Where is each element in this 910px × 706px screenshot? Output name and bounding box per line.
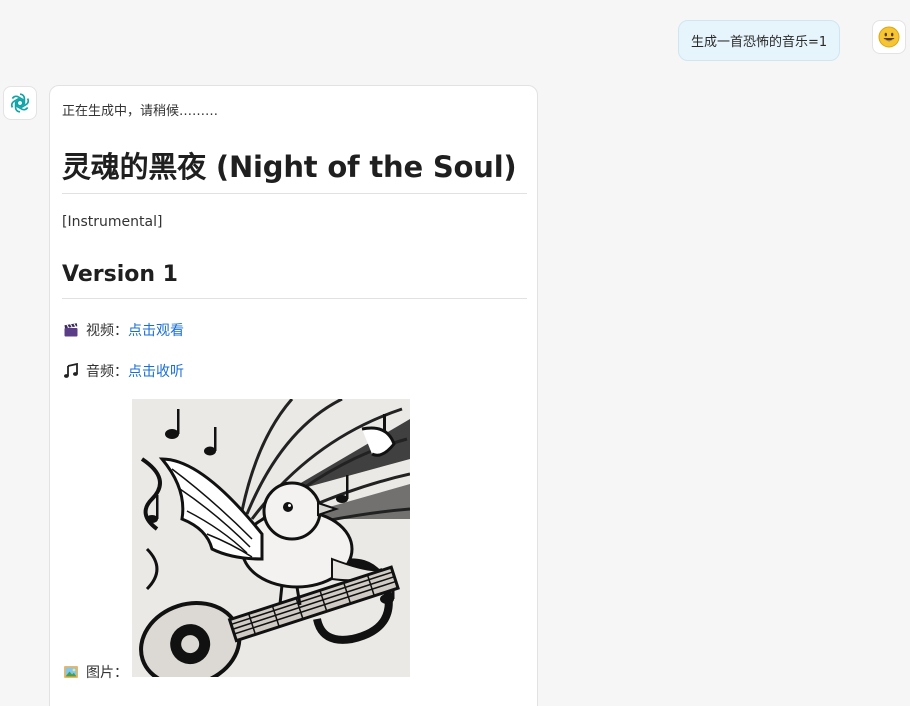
listen-audio-link[interactable]: 点击收听 xyxy=(128,361,184,381)
version-title: Version 1 xyxy=(62,262,178,287)
chat-page: 生成一首恐怖的音乐=1 正在生成中，请稍候……… 灵魂的黑夜 (Night of… xyxy=(0,0,910,706)
user-message-text: 生成一首恐怖的音乐=1 xyxy=(691,35,828,50)
song-tag: [Instrumental] xyxy=(62,214,163,230)
user-message-bubble: 生成一首恐怖的音乐=1 xyxy=(678,20,841,61)
video-row: 视频： 点击观看 xyxy=(62,320,184,340)
audio-label: 音频： xyxy=(86,364,128,380)
generation-status: 正在生成中，请稍候……… xyxy=(62,104,219,119)
smiling-face-emoji-icon xyxy=(878,26,900,48)
assistant-message-card: 正在生成中，请稍候……… 灵魂的黑夜 (Night of the Soul) [… xyxy=(49,85,538,706)
assistant-avatar[interactable] xyxy=(3,86,37,120)
framed-picture-icon xyxy=(62,664,80,680)
version-divider xyxy=(62,298,527,299)
cover-art-image[interactable] xyxy=(132,399,410,677)
clapper-board-icon xyxy=(62,322,80,338)
video-label: 视频： xyxy=(86,323,128,339)
song-title: 灵魂的黑夜 (Night of the Soul) xyxy=(62,150,517,184)
openai-logo-icon xyxy=(9,93,31,113)
image-label: 图片： xyxy=(86,665,128,681)
title-divider xyxy=(62,193,527,194)
image-row: 图片： xyxy=(62,662,128,682)
music-notes-icon xyxy=(62,363,80,379)
audio-row: 音频： 点击收听 xyxy=(62,361,184,381)
watch-video-link[interactable]: 点击观看 xyxy=(128,320,184,340)
user-avatar[interactable] xyxy=(872,20,906,54)
